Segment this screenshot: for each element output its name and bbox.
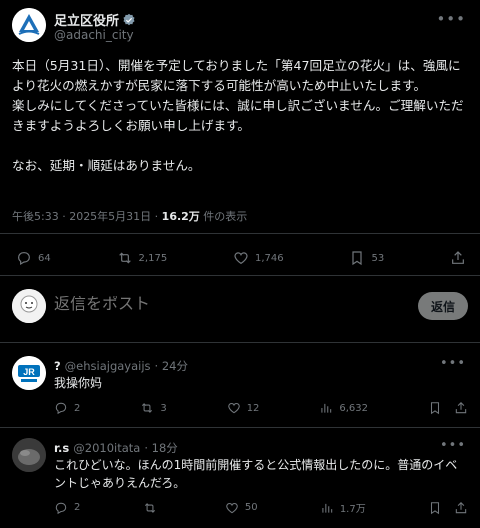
reply-count: 64	[38, 252, 51, 264]
analytics-icon	[322, 503, 333, 513]
view-label: 件の表示	[199, 210, 248, 223]
reply-action[interactable]: 2	[54, 401, 80, 415]
reply-author-handle[interactable]: @2010itata	[73, 441, 140, 455]
bookmark-share-group	[428, 401, 468, 415]
reply-text: 我操你妈	[54, 376, 103, 390]
jr-logo-text: JR	[23, 367, 35, 377]
jr-logo-icon: JR	[12, 356, 46, 390]
share-icon	[452, 251, 464, 264]
user-avatar-icon	[12, 289, 46, 323]
like-action[interactable]: 1,746	[233, 250, 284, 266]
like-count: 1,746	[255, 252, 284, 264]
post-body: 本日（5月31日）、開催を予定しておりました「第47回足立の花火」は、強風により…	[12, 58, 464, 173]
reply-input[interactable]	[54, 296, 261, 314]
reply-actions: 2 3 12 6,632	[54, 401, 468, 415]
views-action[interactable]: 6,632	[319, 401, 368, 415]
reply-count: 2	[74, 502, 81, 513]
more-options-icon[interactable]: •••	[436, 10, 466, 28]
reply-icon	[55, 402, 67, 415]
more-options-icon[interactable]: •••	[440, 356, 466, 371]
bookmark-share-group	[428, 501, 468, 515]
bookmark-action[interactable]: 53	[349, 250, 384, 266]
heart-icon	[226, 502, 238, 513]
repost-action[interactable]: 3	[140, 401, 167, 415]
bookmark-icon	[352, 251, 363, 266]
view-count: 6,632	[339, 402, 369, 414]
like-action[interactable]: 12	[227, 401, 260, 415]
divider	[0, 342, 480, 343]
divider	[0, 233, 480, 234]
views-action[interactable]: 1.7万	[320, 500, 366, 515]
reply-action[interactable]: 64	[16, 250, 51, 266]
bookmark-count: 53	[371, 252, 385, 264]
author-name-text: 足立区役所	[54, 14, 120, 29]
reply-count: 2	[74, 402, 81, 414]
repost-count: 2,175	[138, 252, 168, 264]
author-handle[interactable]: @adachi_city	[54, 28, 134, 42]
share-icon[interactable]	[454, 501, 468, 515]
analytics-icon	[321, 403, 332, 413]
divider	[0, 275, 480, 276]
view-count: 1.7万	[339, 504, 366, 515]
repost-icon	[142, 403, 153, 413]
post-time[interactable]: 午後5:33 · 2025年5月31日 ·	[12, 210, 162, 223]
repost-action[interactable]	[143, 501, 163, 515]
like-count: 12	[246, 402, 260, 414]
reply-time[interactable]: · 18分	[144, 440, 177, 456]
my-avatar[interactable]	[12, 289, 46, 323]
reply-time[interactable]: · 24分	[155, 358, 188, 374]
more-options-icon[interactable]: •••	[440, 438, 466, 453]
view-count: 16.2万	[161, 210, 200, 223]
heart-icon	[227, 403, 240, 414]
repost-action[interactable]: 2,175	[117, 250, 168, 266]
like-action[interactable]: 50	[225, 501, 258, 515]
bookmark-icon[interactable]	[428, 401, 442, 415]
heart-icon	[234, 252, 248, 265]
reply-header: ? @ehsiajgayaijs · 24分	[54, 358, 188, 374]
post-meta: 午後5:33 · 2025年5月31日 · 16.2万 件の表示	[12, 208, 247, 224]
like-count: 50	[244, 502, 258, 513]
author-avatar[interactable]	[12, 8, 46, 42]
reply-icon	[18, 252, 30, 266]
hand-photo-icon	[12, 438, 46, 472]
reply-avatar[interactable]: JR	[12, 356, 46, 390]
adachi-logo-icon	[12, 8, 46, 42]
bookmark-icon[interactable]	[428, 501, 442, 515]
post-actions: 64 2,175 1,746 53	[16, 250, 466, 266]
reply-author-name[interactable]: ?	[54, 359, 61, 373]
author-name[interactable]: 足立区役所	[54, 10, 136, 29]
repost-icon	[144, 502, 155, 513]
reply-text: これひどいな。ほんの1時間前開催すると公式情報出したのに。普通のイベントじゃあり…	[54, 458, 458, 490]
reply-action[interactable]: 2	[54, 501, 80, 515]
repost-count: 3	[160, 402, 167, 414]
repost-icon	[118, 252, 131, 264]
verified-badge-icon	[123, 13, 135, 25]
reply-author-name[interactable]: r.s	[54, 441, 69, 455]
reply-icon	[55, 502, 67, 514]
share-icon[interactable]	[454, 401, 468, 415]
divider	[0, 427, 480, 428]
reply-actions: 2 50 1.7万	[54, 500, 468, 515]
reply-author-handle[interactable]: @ehsiajgayaijs	[65, 359, 151, 373]
reply-header: r.s @2010itata · 18分	[54, 440, 178, 456]
reply-submit-button[interactable]: 返信	[418, 292, 468, 320]
share-action[interactable]	[450, 250, 466, 266]
reply-avatar[interactable]	[12, 438, 46, 472]
